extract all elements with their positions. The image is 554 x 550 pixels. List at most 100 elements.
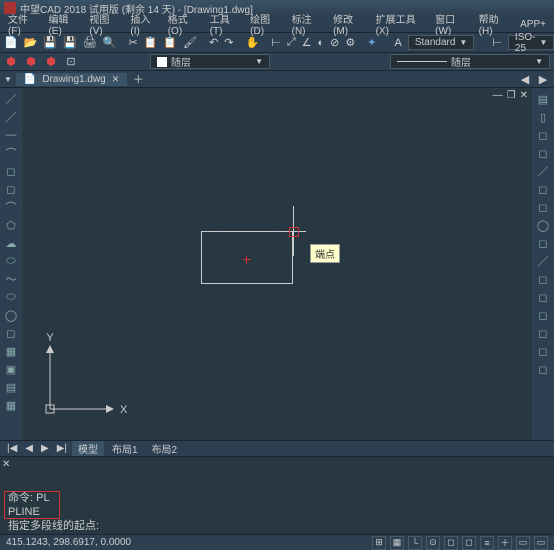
move-icon[interactable]: ▤: [536, 92, 550, 106]
ellipse-icon[interactable]: ⬭: [4, 254, 18, 268]
tab-last-icon[interactable]: ▶|: [54, 443, 70, 454]
region-icon[interactable]: ⬠: [4, 218, 18, 232]
menu-help[interactable]: 帮助(H): [475, 11, 514, 37]
copy-icon[interactable]: 📋: [144, 36, 158, 50]
stretch-icon[interactable]: ◯: [536, 218, 550, 232]
pline-icon[interactable]: —: [4, 128, 18, 142]
otrack-toggle[interactable]: ◻: [462, 536, 476, 550]
dimdia-icon[interactable]: ⊘: [330, 36, 339, 50]
rotate-icon[interactable]: ◻: [536, 182, 550, 196]
spline-icon[interactable]: ～: [4, 272, 18, 286]
find-icon[interactable]: 🔍: [103, 36, 117, 50]
copy2-icon[interactable]: ▯: [536, 110, 550, 124]
grid-toggle[interactable]: ▦: [390, 536, 404, 550]
break-icon[interactable]: ◻: [536, 272, 550, 286]
layer-select[interactable]: 随层▼: [150, 54, 270, 69]
drawing-canvas[interactable]: — ❐ ✕ 端点 Y X: [22, 88, 532, 440]
saveall-icon[interactable]: 💾: [63, 36, 77, 50]
rect-icon[interactable]: ◻: [4, 164, 18, 178]
tool17-icon[interactable]: ▦: [4, 398, 18, 412]
menu-format[interactable]: 格式(O): [164, 11, 204, 37]
close-vp-icon[interactable]: ✕: [520, 90, 528, 101]
menu-view[interactable]: 视图(V): [85, 11, 124, 37]
revcloud-icon[interactable]: ☁: [4, 236, 18, 250]
menu-file[interactable]: 文件(F): [4, 11, 42, 37]
save-icon[interactable]: 💾: [43, 36, 57, 50]
join-icon[interactable]: ◻: [536, 290, 550, 304]
line-icon[interactable]: ／: [4, 92, 18, 106]
menu-app[interactable]: APP+: [516, 19, 550, 30]
cut-icon[interactable]: ✂: [128, 36, 137, 50]
tab-model[interactable]: 模型: [72, 441, 104, 456]
ortho-toggle[interactable]: └: [408, 536, 422, 550]
print-icon[interactable]: 🖨: [83, 36, 97, 50]
dimlin-icon[interactable]: ⊢: [271, 36, 281, 50]
cycle-toggle[interactable]: ▭: [534, 536, 548, 550]
snap-toggle[interactable]: ⊞: [372, 536, 386, 550]
dyn-toggle[interactable]: ＋: [498, 536, 512, 550]
polar-toggle[interactable]: ⊙: [426, 536, 440, 550]
layer-state-icon[interactable]: ⬢: [24, 55, 38, 69]
menu-draw[interactable]: 绘图(D): [246, 11, 285, 37]
block-icon[interactable]: ◻: [4, 326, 18, 340]
ellipse2-icon[interactable]: ⬭: [4, 290, 18, 304]
redo-icon[interactable]: ↷: [224, 36, 233, 50]
pan-icon[interactable]: ✋: [246, 36, 260, 50]
tab-layout1[interactable]: 布局1: [106, 441, 144, 456]
restore-icon[interactable]: ❐: [507, 90, 516, 101]
linetype-select[interactable]: 随层▼: [390, 54, 550, 69]
undo-icon[interactable]: ↶: [209, 36, 218, 50]
menu-edit[interactable]: 编辑(E): [44, 11, 83, 37]
tool-r15-icon[interactable]: ◻: [536, 362, 550, 376]
tab-next-icon[interactable]: ▶: [38, 443, 52, 454]
dimset-icon[interactable]: ⚙: [345, 36, 355, 50]
menu-window[interactable]: 窗口(W): [431, 11, 473, 37]
dim-style-select[interactable]: ISO-25▼: [508, 35, 554, 50]
trim-icon[interactable]: ◻: [536, 236, 550, 250]
layer-freeze-icon[interactable]: ⬢: [44, 55, 58, 69]
menu-insert[interactable]: 插入(I): [126, 11, 161, 37]
array-icon[interactable]: ／: [536, 164, 550, 178]
paste-icon[interactable]: 📋: [163, 36, 177, 50]
tab-first-icon[interactable]: |◀: [4, 443, 20, 454]
close-icon[interactable]: ✕: [112, 74, 120, 85]
document-tab[interactable]: 📄 Drawing1.dwg ✕: [16, 73, 127, 86]
text-style-select[interactable]: Standard▼: [408, 35, 475, 50]
dimal-icon[interactable]: ⤢: [287, 36, 296, 50]
tab-prev-icon[interactable]: ◀: [22, 443, 36, 454]
extend-icon[interactable]: ／: [536, 254, 550, 268]
explode-icon[interactable]: ◻: [536, 344, 550, 358]
open-icon[interactable]: 📂: [24, 36, 38, 50]
tab-dropdown-icon[interactable]: ▼: [4, 75, 12, 84]
xline-icon[interactable]: ／: [4, 110, 18, 124]
arc-icon[interactable]: ⌒: [4, 146, 18, 160]
mirror-icon[interactable]: ◻: [536, 128, 550, 142]
cmd-close-icon[interactable]: ✕: [2, 459, 10, 470]
fillet-icon[interactable]: ◻: [536, 326, 550, 340]
lwt-toggle[interactable]: ≡: [480, 536, 494, 550]
match-icon[interactable]: 🖌: [183, 36, 197, 50]
osnap-toggle[interactable]: ◻: [444, 536, 458, 550]
tab-layout2[interactable]: 布局2: [146, 441, 184, 456]
dimrad-icon[interactable]: ◐: [318, 36, 325, 50]
star-icon[interactable]: ✦: [367, 36, 376, 50]
textstyle-icon[interactable]: A: [394, 36, 401, 50]
command-window[interactable]: ✕ 命令: PL PLINE 指定多段线的起点:: [0, 456, 554, 534]
add-tab-icon[interactable]: ＋: [131, 72, 145, 86]
circle-icon[interactable]: ◯: [4, 308, 18, 322]
tab-nav-left-icon[interactable]: ◀: [518, 72, 532, 86]
tool16-icon[interactable]: ▤: [4, 380, 18, 394]
tab-nav-right-icon[interactable]: ▶: [536, 72, 550, 86]
new-icon[interactable]: 📄: [4, 36, 18, 50]
menu-tools[interactable]: 工具(T): [206, 11, 244, 37]
model-toggle[interactable]: ▭: [516, 536, 530, 550]
scale-icon[interactable]: ◻: [536, 200, 550, 214]
polygon-icon[interactable]: ◻: [4, 182, 18, 196]
menu-ext[interactable]: 扩展工具(X): [372, 11, 430, 37]
layer-lock-icon[interactable]: ⊡: [64, 55, 78, 69]
arc2-icon[interactable]: ⌒: [4, 200, 18, 214]
dimang-icon[interactable]: ∠: [302, 36, 312, 50]
layer-mgr-icon[interactable]: ⬢: [4, 55, 18, 69]
chamfer-icon[interactable]: ◻: [536, 308, 550, 322]
hatch-icon[interactable]: ▦: [4, 344, 18, 358]
